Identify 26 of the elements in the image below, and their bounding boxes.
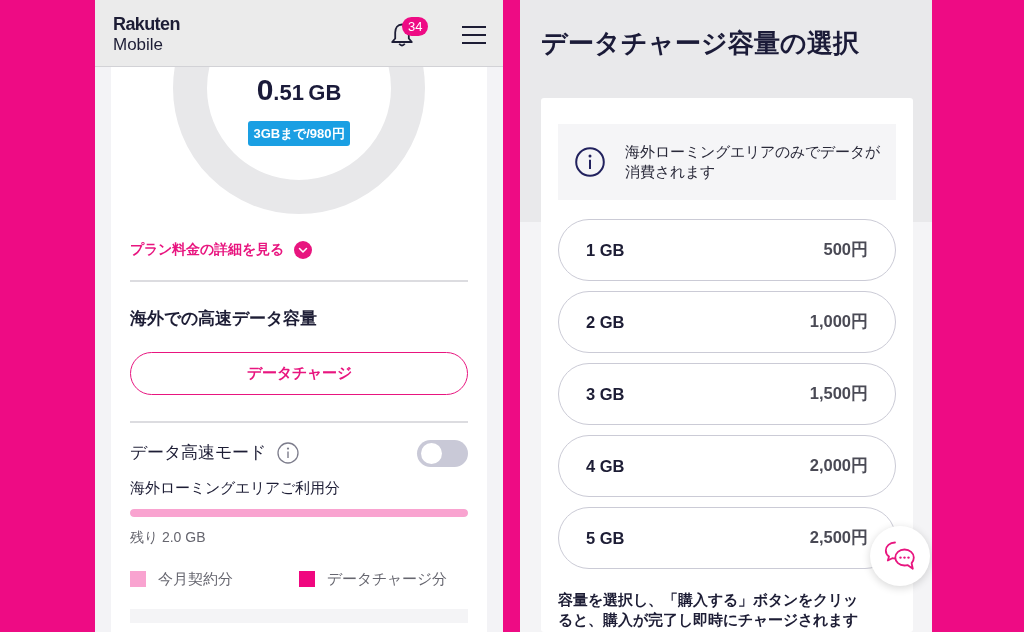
section-title: 海外での高速データ容量 [130,308,318,330]
chevron-down-icon [294,241,312,259]
page-title: データチャージ容量の選択 [540,27,860,59]
data-charge-button[interactable]: データチャージ [130,352,468,395]
plan-badge: 3GBまで/980円 [248,121,350,146]
notice-text: 海外ローミングエリアのみでデータが消費されます [625,142,881,182]
menu-icon[interactable] [462,26,486,44]
capacity-option[interactable]: 3 GB 1,500円 [558,363,896,425]
capacity-option[interactable]: 1 GB 500円 [558,219,896,281]
legend-label: 今月契約分 [158,569,233,589]
high-speed-mode-label: データ高速モード [130,442,266,464]
notification-count-badge: 34 [402,17,429,36]
brand-logo[interactable]: Rakuten Mobile [113,15,180,53]
toggle-switch[interactable] [417,439,468,467]
remaining-data-text: 残り 2.0 GB [130,528,207,547]
plan-details-link[interactable]: プラン料金の詳細を見る [130,240,312,260]
legend-label: データチャージ分 [327,569,447,589]
chat-bubbles-icon [884,541,916,571]
data-usage-value: 0.51 GB [256,74,342,108]
info-icon [575,147,605,177]
roaming-usage-label: 海外ローミングエリアご利用分 [130,478,341,498]
capacity-option[interactable]: 4 GB 2,000円 [558,435,896,497]
capacity-option[interactable]: 2 GB 1,000円 [558,291,896,353]
capacity-option[interactable]: 5 GB 2,500円 [558,507,896,569]
info-icon[interactable] [277,442,299,464]
instruction-text: 容量を選択し、「購入する」ボタンをクリッ ると、購入が完了し即時にチャージされます [558,590,859,630]
